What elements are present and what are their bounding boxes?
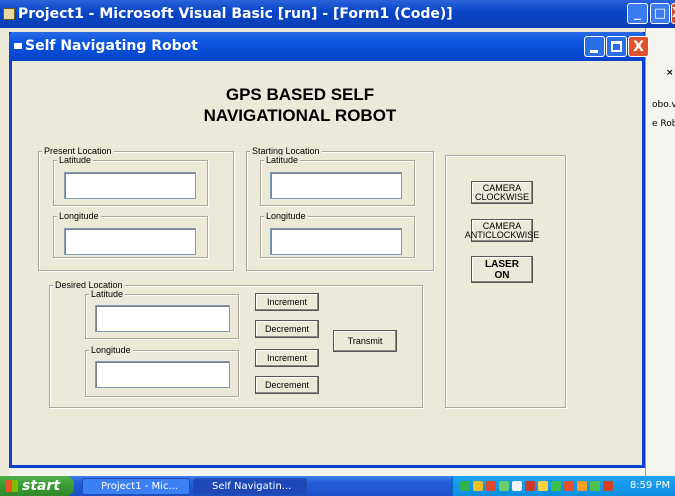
- present-latitude-label: Latitude: [57, 155, 94, 165]
- tray-tool-icon[interactable]: [577, 481, 587, 491]
- ide-horizontal-scrollbar[interactable]: [9, 468, 645, 476]
- form-maximize-button[interactable]: [606, 36, 627, 57]
- starting-longitude-input[interactable]: [270, 228, 402, 255]
- tray-antivirus-icon[interactable]: [486, 481, 496, 491]
- ide-title-bar[interactable]: Project1 - Microsoft Visual Basic [run] …: [0, 0, 675, 28]
- desired-latitude-input[interactable]: [95, 305, 230, 332]
- windows-flag-icon: [6, 480, 18, 492]
- tray-alert-icon[interactable]: [603, 481, 613, 491]
- desired-latitude-label: Latitude: [89, 289, 126, 299]
- latitude-increment-button[interactable]: Increment: [255, 293, 319, 311]
- tray-battery-icon[interactable]: [551, 481, 561, 491]
- laser-on-button[interactable]: LASER ON: [471, 256, 533, 283]
- ide-maximize-button[interactable]: □: [650, 3, 670, 24]
- ide-minimize-button[interactable]: _: [627, 3, 648, 24]
- form-title-bar[interactable]: Self Navigating Robot: [9, 32, 645, 61]
- heading-line-1: GPS BASED SELF: [225, 85, 375, 104]
- present-longitude-label: Longitude: [57, 211, 101, 221]
- start-label: start: [22, 478, 61, 494]
- starting-longitude-label: Longitude: [264, 211, 308, 221]
- taskbar-clock[interactable]: 8:59 PM: [626, 476, 674, 496]
- camera-clockwise-button[interactable]: CAMERA CLOCKWISE: [471, 181, 533, 204]
- latitude-decrement-button[interactable]: Decrement: [255, 320, 319, 338]
- taskbar-item-project-label: Project1 - Mic...: [101, 481, 178, 492]
- starting-latitude-input[interactable]: [270, 172, 402, 199]
- tray-network-icon[interactable]: [460, 481, 470, 491]
- tray-security-icon[interactable]: [473, 481, 483, 491]
- tray-volume-icon[interactable]: [538, 481, 548, 491]
- desired-longitude-label: Longitude: [89, 345, 133, 355]
- side-item-form[interactable]: e Robo: [652, 119, 675, 129]
- tray-messenger-icon[interactable]: [512, 481, 522, 491]
- close-icon: X: [633, 39, 644, 55]
- tray-update-icon[interactable]: [499, 481, 509, 491]
- longitude-increment-button[interactable]: Increment: [255, 349, 319, 367]
- ide-close-button[interactable]: X: [671, 3, 675, 24]
- camera-clockwise-line2: CLOCKWISE: [475, 191, 530, 202]
- heading-line-2: NAVIGATIONAL ROBOT: [203, 106, 397, 125]
- camera-anticlockwise-button[interactable]: CAMERA ANTICLOCKWISE: [465, 219, 539, 242]
- desired-longitude-input[interactable]: [95, 361, 230, 388]
- form-title-text: Self Navigating Robot: [25, 38, 198, 54]
- form-close-button[interactable]: X: [628, 36, 649, 57]
- maximize-icon: [611, 41, 622, 52]
- form-icon: [14, 43, 22, 49]
- transmit-button[interactable]: Transmit: [333, 330, 397, 352]
- form-minimize-button[interactable]: [584, 36, 605, 57]
- taskbar-item-form[interactable]: Self Navigatin...: [193, 478, 307, 495]
- longitude-decrement-button[interactable]: Decrement: [255, 376, 319, 394]
- vb-app-icon: [3, 8, 15, 20]
- present-longitude-input[interactable]: [64, 228, 196, 255]
- side-close-icon[interactable]: ×: [666, 68, 674, 78]
- tray-app-icon[interactable]: [564, 481, 574, 491]
- camera-anticlockwise-line2: ANTICLOCKWISE: [464, 229, 540, 240]
- starting-latitude-label: Latitude: [264, 155, 301, 165]
- side-item-file[interactable]: obo.vl: [652, 100, 675, 110]
- taskbar-item-form-label: Self Navigatin...: [212, 481, 292, 492]
- taskbar-item-project[interactable]: Project1 - Mic...: [82, 478, 190, 495]
- page-title: GPS BASED SELF NAVIGATIONAL ROBOT: [140, 84, 460, 126]
- minimize-icon: [590, 50, 598, 53]
- tray-sync-icon[interactable]: [590, 481, 600, 491]
- present-latitude-input[interactable]: [64, 172, 196, 199]
- tray-media-icon[interactable]: [525, 481, 535, 491]
- ide-title-text: Project1 - Microsoft Visual Basic [run] …: [18, 6, 453, 22]
- ide-side-panel: × obo.vl e Robo: [645, 28, 675, 476]
